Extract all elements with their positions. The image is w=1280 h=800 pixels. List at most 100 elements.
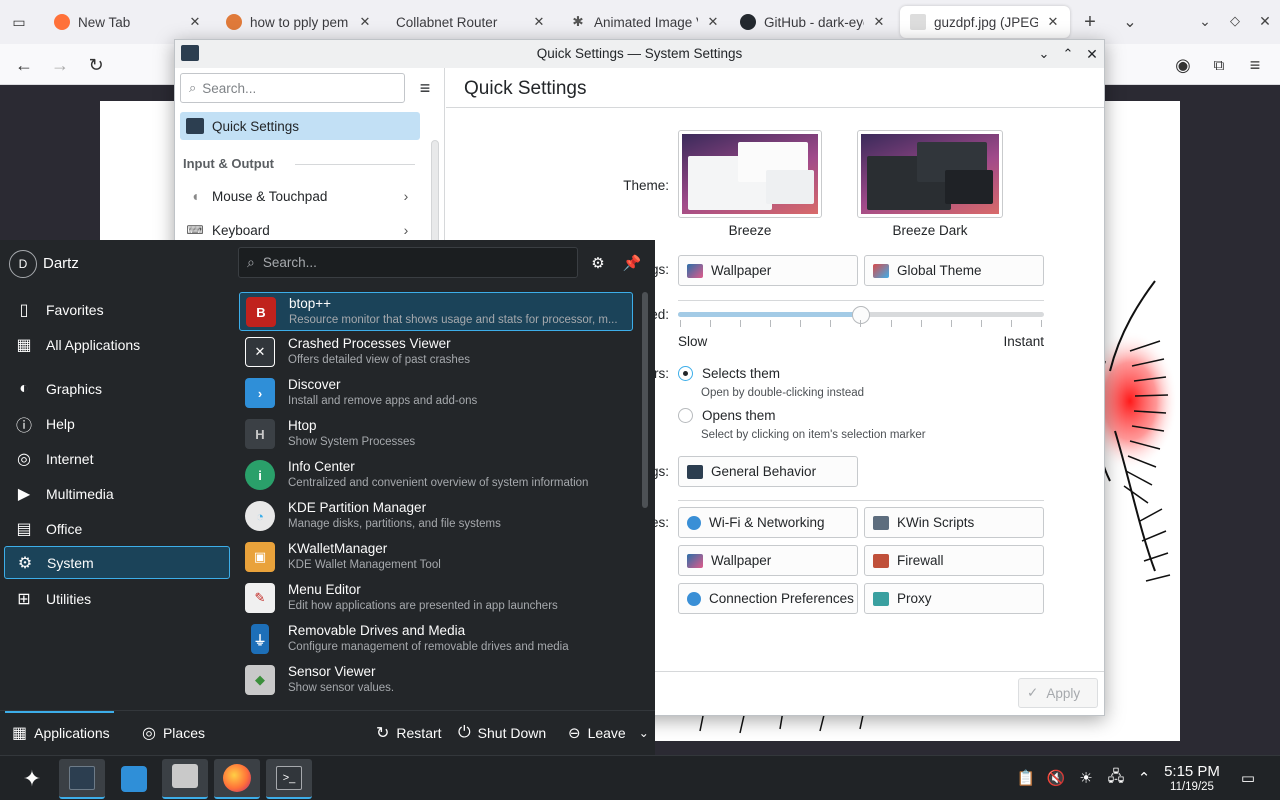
- task-firefox[interactable]: [214, 759, 260, 799]
- menu-icon[interactable]: ≡: [1242, 52, 1268, 78]
- avatar[interactable]: D: [9, 250, 37, 278]
- theme-breeze-preview[interactable]: [678, 130, 822, 218]
- tab-sidebar-icon[interactable]: ▭: [10, 13, 28, 31]
- app-crashed-processes-viewer[interactable]: ✕ Crashed Processes Viewer Offers detail…: [239, 333, 633, 372]
- close-icon[interactable]: ✕: [532, 14, 546, 30]
- header-divider: [446, 107, 1104, 108]
- extensions-icon[interactable]: ⧉: [1206, 52, 1232, 78]
- close-icon[interactable]: ✕: [1083, 45, 1101, 63]
- category-system[interactable]: ⚙ System: [4, 546, 230, 579]
- category-help[interactable]: ⓘ Help: [4, 407, 230, 440]
- category-graphics[interactable]: ◐ Graphics: [4, 372, 230, 405]
- app-menu-editor[interactable]: ✎ Menu Editor Edit how applications are …: [239, 579, 633, 618]
- tab-how-to-apply-pem[interactable]: how to pply pem f ✕: [216, 6, 382, 38]
- category-utilities[interactable]: ⊞ Utilities: [4, 582, 230, 615]
- close-icon[interactable]: ✕: [188, 14, 202, 30]
- radio-label: Selects them: [702, 366, 781, 381]
- app-htop[interactable]: H Htop Show System Processes: [239, 415, 633, 454]
- close-icon[interactable]: ✕: [358, 14, 372, 30]
- globe-icon: [687, 591, 701, 606]
- pin-icon[interactable]: 📌: [622, 253, 642, 273]
- close-icon[interactable]: ✕: [872, 14, 886, 30]
- maximize-icon[interactable]: ⌃: [1059, 45, 1077, 63]
- settings-search-field[interactable]: ⌕ Search...: [180, 73, 405, 103]
- apply-button[interactable]: ✓ Apply: [1018, 678, 1098, 708]
- app-discover[interactable]: › Discover Install and remove apps and a…: [239, 374, 633, 413]
- close-icon[interactable]: ✕: [1256, 12, 1274, 30]
- global-theme-button[interactable]: Global Theme: [864, 255, 1044, 286]
- places-tab[interactable]: ◎ Places: [142, 711, 205, 755]
- app-btop[interactable]: B btop++ Resource monitor that shows usa…: [239, 292, 633, 331]
- proxy-button[interactable]: Proxy: [864, 583, 1044, 614]
- category-multimedia[interactable]: ▶ Multimedia: [4, 477, 230, 510]
- category-all-applications[interactable]: ▦ All Applications: [4, 328, 230, 361]
- minimize-icon[interactable]: ⌄: [1196, 12, 1214, 30]
- configure-icon[interactable]: ⚙: [588, 253, 608, 273]
- account-icon[interactable]: ◉: [1170, 52, 1196, 78]
- app-removable-drives[interactable]: ⏚ Removable Drives and Media Configure m…: [239, 620, 633, 659]
- minimize-icon[interactable]: ⌄: [1035, 45, 1053, 63]
- tab-new-tab[interactable]: New Tab ✕: [44, 6, 212, 38]
- back-icon[interactable]: ←: [11, 52, 37, 78]
- kwin-scripts-button[interactable]: KWin Scripts: [864, 507, 1044, 538]
- volume-muted-icon[interactable]: 🔇: [1046, 768, 1066, 788]
- animation-speed-slider[interactable]: [678, 306, 1044, 334]
- brightness-icon[interactable]: ☀: [1076, 768, 1096, 788]
- app-list-scrollbar[interactable]: [642, 292, 648, 508]
- maximize-icon[interactable]: ◇: [1226, 12, 1244, 30]
- connection-preferences-button[interactable]: Connection Preferences: [678, 583, 858, 614]
- app-kde-partition-manager[interactable]: ◔ KDE Partition Manager Manage disks, pa…: [239, 497, 633, 536]
- task-discover[interactable]: [111, 759, 157, 799]
- keyboard-icon: ⌨: [186, 223, 204, 237]
- opera-icon: [226, 14, 242, 30]
- sidebar-item-quick-settings[interactable]: Quick Settings: [180, 112, 420, 140]
- new-tab-button[interactable]: +: [1080, 11, 1100, 33]
- radio-selects-them[interactable]: Selects them: [678, 366, 780, 381]
- radio-opens-them[interactable]: Opens them: [678, 408, 776, 423]
- task-system-settings[interactable]: [59, 759, 105, 799]
- category-internet[interactable]: ◎ Internet: [4, 442, 230, 475]
- clipboard-icon[interactable]: 📋: [1016, 768, 1036, 788]
- tab-animated-image[interactable]: ✱ Animated Image V ✕: [560, 6, 730, 38]
- app-info-center[interactable]: i Info Center Centralized and convenient…: [239, 456, 633, 495]
- tab-label: GitHub - dark-eye: [764, 14, 864, 30]
- app-kwalletmanager[interactable]: ▣ KWalletManager KDE Wallet Management T…: [239, 538, 633, 577]
- shutdown-button[interactable]: ⏻ Shut Down: [458, 711, 546, 755]
- close-icon[interactable]: ✕: [706, 14, 720, 30]
- tab-collabnet-router[interactable]: Collabnet Router ✕: [386, 6, 556, 38]
- tab-github[interactable]: GitHub - dark-eye ✕: [730, 6, 896, 38]
- wallpaper-button[interactable]: Wallpaper: [678, 255, 858, 286]
- tab-guzdpf-jpg[interactable]: guzdpf.jpg (JPEG i ✕: [900, 6, 1070, 38]
- tab-label: New Tab: [78, 14, 131, 30]
- leave-button[interactable]: ⊖ Leave ⌄: [568, 711, 649, 755]
- task-terminal[interactable]: >_: [266, 759, 312, 799]
- show-desktop-icon[interactable]: ▭: [1238, 768, 1258, 788]
- forward-icon[interactable]: →: [47, 52, 73, 78]
- category-favorites[interactable]: ▯ Favorites: [4, 293, 230, 326]
- applications-tab[interactable]: ▦ Applications: [12, 711, 110, 755]
- wallpaper-shortcut-button[interactable]: Wallpaper: [678, 545, 858, 576]
- list-tabs-button[interactable]: ⌄: [1120, 12, 1140, 32]
- restart-button[interactable]: ↻ Restart: [376, 711, 442, 755]
- firewall-button[interactable]: Firewall: [864, 545, 1044, 576]
- general-behavior-button[interactable]: General Behavior: [678, 456, 858, 487]
- task-menu-editor[interactable]: [162, 759, 208, 799]
- launcher-search-field[interactable]: ⌕ Search...: [238, 247, 578, 278]
- app-name: Removable Drives and Media: [288, 623, 466, 638]
- leave-icon: ⊖: [568, 725, 581, 742]
- taskbar: ✦ >_ 📋 🔇 ☀ 🖧 ⌃ 5:15 PM 11/19/25 ▭: [0, 755, 1280, 800]
- close-icon[interactable]: ✕: [1046, 14, 1060, 30]
- search-icon: ⌕: [247, 254, 255, 270]
- hamburger-menu-icon[interactable]: ≡: [415, 78, 435, 98]
- chevron-up-icon[interactable]: ⌃: [1134, 768, 1154, 788]
- app-launcher-icon[interactable]: ✦: [18, 765, 46, 793]
- category-office[interactable]: ▤ Office: [4, 512, 230, 545]
- sidebar-item-mouse-touchpad[interactable]: ◖ Mouse & Touchpad ›: [180, 182, 420, 210]
- wifi-networking-button[interactable]: Wi-Fi & Networking: [678, 507, 858, 538]
- clock-time[interactable]: 5:15 PM: [1158, 763, 1226, 780]
- network-icon[interactable]: 🖧: [1106, 768, 1126, 788]
- reload-icon[interactable]: ↻: [83, 52, 109, 78]
- app-sensor-viewer[interactable]: ◆ Sensor Viewer Show sensor values.: [239, 661, 633, 700]
- clock-date[interactable]: 11/19/25: [1158, 781, 1226, 793]
- theme-breeze-dark-preview[interactable]: [857, 130, 1003, 218]
